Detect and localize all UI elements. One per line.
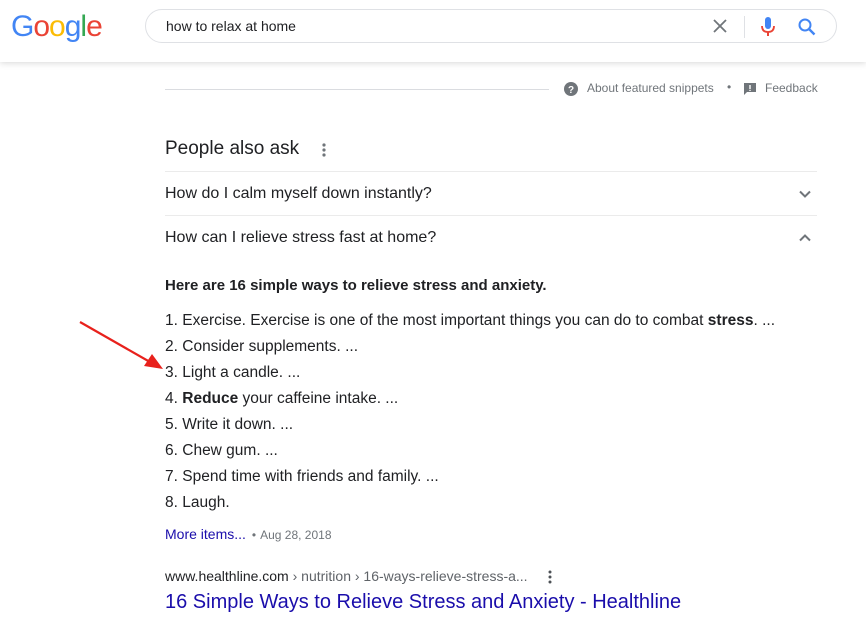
list-item: 6. Chew gum. ...: [165, 438, 775, 464]
help-circle-icon: ?: [564, 82, 578, 96]
paa-question-text: How do I calm myself down instantly?: [165, 185, 432, 202]
item-number: 4.: [165, 390, 178, 407]
item-text: Laugh.: [182, 494, 230, 511]
list-item: 2. Consider supplements. ...: [165, 334, 775, 360]
paa-question[interactable]: How can I relieve stress fast at home?: [165, 216, 817, 260]
item-text: Write it down. ...: [182, 416, 294, 433]
svg-text:?: ?: [568, 85, 574, 96]
list-item: 3. Light a candle. ...: [165, 360, 775, 386]
more-vertical-icon[interactable]: [545, 569, 555, 585]
separator-dot: •: [251, 528, 257, 542]
paa-question[interactable]: How do I calm myself down instantly?: [165, 172, 817, 216]
search-divider: [744, 16, 745, 38]
chevron-down-icon[interactable]: [797, 186, 813, 202]
feedback-icon: [744, 83, 756, 95]
separator-dot: •: [727, 80, 732, 94]
result-path: › nutrition › 16-ways-relieve-stress-a..…: [288, 568, 528, 584]
item-number: 7.: [165, 468, 178, 485]
logo-letter: o: [33, 10, 50, 43]
result-title-link[interactable]: 16 Simple Ways to Relieve Stress and Anx…: [165, 591, 681, 614]
search-input[interactable]: [166, 10, 686, 42]
chevron-up-icon[interactable]: [797, 230, 813, 246]
paa-question-text: How can I relieve stress fast at home?: [165, 229, 437, 246]
item-text: Exercise. Exercise is one of the most im…: [182, 312, 708, 329]
list-item: 5. Write it down. ...: [165, 412, 775, 438]
featured-snippet-footer: ? About featured snippets • Feedback: [165, 78, 818, 100]
item-text: Chew gum. ...: [182, 442, 278, 459]
list-item: 8. Laugh.: [165, 490, 775, 516]
answer-heading: Here are 16 simple ways to relieve stres…: [165, 277, 547, 294]
logo-letter: o: [49, 10, 66, 43]
answer-list: 1. Exercise. Exercise is one of the most…: [165, 308, 775, 516]
divider: [165, 89, 549, 90]
item-text: Spend time with friends and family. ...: [182, 468, 439, 485]
search-header: Google: [0, 0, 866, 62]
snippet-date: Aug 28, 2018: [260, 528, 332, 542]
list-item: 7. Spend time with friends and family. .…: [165, 464, 775, 490]
search-icon[interactable]: [797, 17, 817, 37]
logo-letter: G: [11, 10, 34, 43]
logo-letter: e: [86, 10, 103, 43]
list-item: 1. Exercise. Exercise is one of the most…: [165, 308, 775, 334]
item-number: 3.: [165, 364, 178, 381]
item-bold-text: Reduce: [182, 390, 239, 407]
list-item: 4. Reduce your caffeine intake. ...: [165, 386, 775, 412]
more-items-row: More items... • Aug 28, 2018: [165, 526, 332, 542]
microphone-icon[interactable]: [758, 16, 778, 38]
item-text: . ...: [753, 312, 776, 329]
item-number: 5.: [165, 416, 178, 433]
people-also-ask-heading: People also ask: [165, 138, 300, 159]
more-vertical-icon[interactable]: [318, 142, 330, 158]
feedback-link[interactable]: Feedback: [765, 81, 818, 95]
item-text: Consider supplements. ...: [182, 338, 359, 355]
result-breadcrumb[interactable]: www.healthline.com › nutrition › 16-ways…: [165, 568, 528, 584]
item-number: 2.: [165, 338, 178, 355]
item-number: 6.: [165, 442, 178, 459]
item-number: 8.: [165, 494, 178, 511]
close-icon[interactable]: [712, 18, 728, 34]
result-domain: www.healthline.com: [165, 568, 289, 584]
item-text: your caffeine intake. ...: [238, 390, 399, 407]
more-items-link[interactable]: More items...: [165, 526, 246, 542]
logo-letter: g: [64, 10, 82, 43]
search-box[interactable]: [145, 9, 837, 43]
about-featured-snippets-link[interactable]: About featured snippets: [587, 81, 714, 95]
item-text: Light a candle. ...: [182, 364, 301, 381]
item-bold-text: stress: [707, 312, 754, 329]
item-number: 1.: [165, 312, 178, 329]
google-logo[interactable]: Google: [11, 9, 103, 45]
